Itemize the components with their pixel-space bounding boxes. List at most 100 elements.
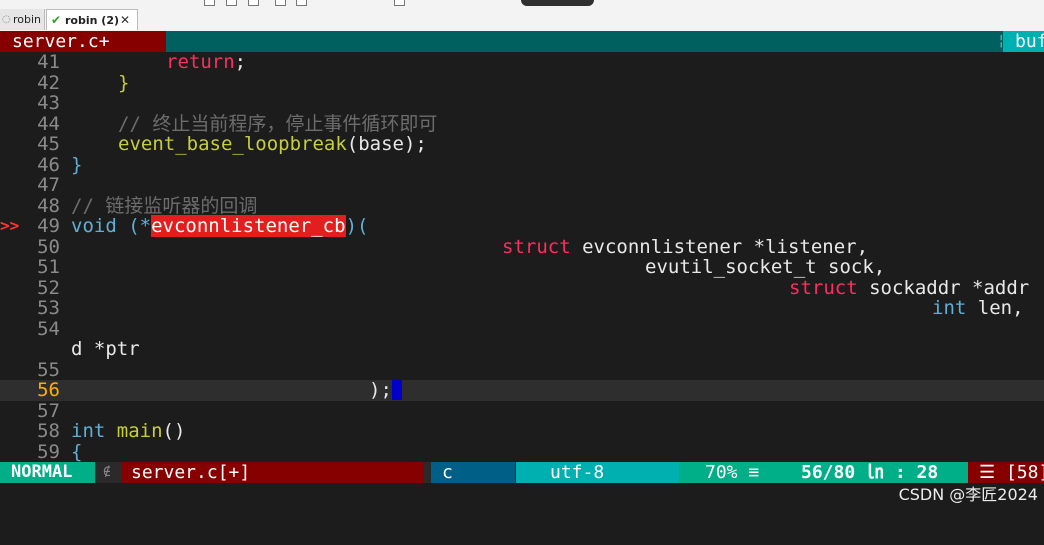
code-line: 43 [0,93,1044,114]
code-token: )( [345,215,369,237]
code-line: 51 evutil_socket_t sock, [0,257,1044,278]
line-text: void (*evconnlistener_cb)( [71,215,369,237]
buffer-indicator: buf [1003,31,1044,52]
tab-label: robin [13,13,42,26]
code-token: ; [234,51,247,73]
watermark: CSDN @李匠2024 [898,485,1038,504]
line-number: 43 [37,92,60,114]
line-number: 46 [37,153,60,176]
code-line: 50 struct evconnlistener *listener, [0,235,1044,258]
code-token: (* [116,215,152,237]
status-gap [424,462,431,483]
breakpoint-sign[interactable]: >> [0,216,24,237]
text-cursor [391,380,402,400]
keyword-token: struct [502,235,571,258]
code-token: sockaddr *addr [857,276,1030,299]
toolbar-icon[interactable] [204,0,215,6]
toolbar-icon[interactable] [296,0,307,6]
status-encoding: utf-8 [516,462,679,483]
tab-bar: ◌ robin ✔ robin (2) ✕ [0,0,1044,32]
comment-token: // 链接监听器的回调 [71,194,258,217]
code-line: 58 int main() [0,421,1044,442]
code-line: 57 [0,399,1044,422]
line-number: 42 [37,71,60,94]
line-number: 44 [37,112,60,135]
command-line[interactable] [0,483,1044,512]
line-text: int main() [71,421,185,442]
line-number: 58 [37,420,60,442]
code-token: len, [966,297,1024,319]
current-line[interactable]: 56 ); [0,380,1044,401]
line-number: 59 [37,440,60,463]
wrapped-text: d *ptr [71,338,140,360]
code-line: 45 event_base_loopbreak(base); [0,134,1044,155]
code-token: ); [369,379,392,401]
status-percent: 70% ≡ [679,462,765,483]
line-number: 48 [37,194,60,217]
line-number: 41 [37,51,60,73]
line-number: 57 [37,399,60,422]
code-token: (base); [346,133,427,155]
tab-robin[interactable]: ◌ robin [0,9,45,30]
line-text: ); [369,380,402,401]
function-token: main [116,420,163,442]
brace-token: } [118,71,130,94]
line-number: 47 [37,174,60,196]
code-line: 41 return; [0,52,1044,73]
code-line: 44 // 终止当前程序，停止事件循环即可 [0,112,1044,135]
code-line: 55 [0,358,1044,381]
code-line: 59 { [0,440,1044,463]
code-line: 42 } [0,71,1044,94]
code-line: >> 49 void (*evconnlistener_cb)( [0,215,1044,237]
brace-token: { [71,440,83,463]
line-number: 51 [37,256,60,278]
close-icon[interactable]: ✕ [120,10,130,31]
status-line: NORMAL ∉ server.c[+] c utf-8 70% ≡ 56/80… [0,462,1044,483]
status-filename: server.c[+] [121,462,424,483]
brace-token: } [71,153,83,176]
code-token: () [162,420,186,442]
toolbar-icon[interactable] [226,0,237,6]
line-text: } [71,71,130,94]
toolbar-icon[interactable] [394,0,405,6]
line-number: 50 [37,235,60,258]
line-number: 55 [37,358,60,381]
status-filetype: c [431,462,515,483]
line-text: struct sockaddr *addr [789,276,1030,299]
comment-token: // 终止当前程序，停止事件循环即可 [118,112,438,135]
mode-indicator: NORMAL [0,462,95,483]
status-position: 56/80 ㏑ : 28 [765,462,968,483]
keyword-token: struct [789,276,858,299]
line-number: 52 [37,276,60,299]
code-line: 53 int len, [0,298,1044,319]
function-token: event_base_loopbreak [118,133,347,155]
check-icon: ✔ [51,13,62,27]
line-number: 54 [37,317,60,340]
code-line: 48 // 链接监听器的回调 [0,194,1044,217]
status-warnings: ☰ [58] [968,462,1044,483]
code-line: 46 } [0,153,1044,176]
tab-robin-2[interactable]: ✔ robin (2) ✕ [46,9,138,30]
branch-glyph: ∉ [95,462,121,483]
code-line: 52 struct sockaddr *addr [0,276,1044,299]
line-number: 49 [37,215,60,237]
line-text: event_base_loopbreak(base); [71,134,427,155]
search-highlight: evconnlistener_cb [151,215,346,237]
code-line: 54 d *ptr [0,317,1044,360]
editor-code-area[interactable]: 41 return; 42 } 43 44 // 终止当前程序，停止事件循环即可… [0,52,1044,462]
buffer-tab-active[interactable]: server.c+ [0,31,166,52]
code-token: evutil_socket_t sock, [645,256,886,278]
toolbar-icon[interactable] [275,0,286,6]
code-line: 47 [0,175,1044,196]
type-token: int [932,297,967,319]
toolbar-pill[interactable] [521,0,594,6]
line-text: return; [71,52,246,73]
line-number: 56 [37,379,60,401]
type-token: void [71,215,117,237]
keyword-token: return [166,51,235,73]
toolbar-icon[interactable] [248,0,259,6]
refresh-icon: ◌ [2,14,11,25]
line-number: 45 [37,133,60,155]
code-token: evconnlistener *listener, [570,235,869,258]
toolbar-strip [0,0,1044,8]
